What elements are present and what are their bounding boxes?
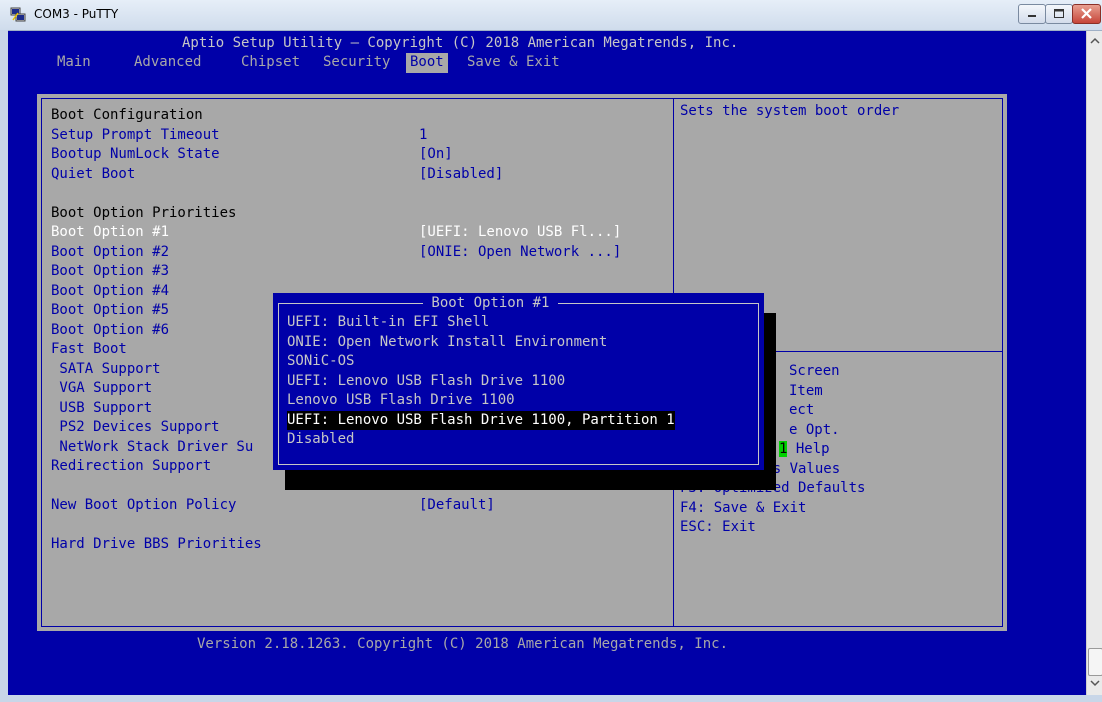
setting-label[interactable]: Bootup NumLock State (51, 145, 220, 165)
popup-option[interactable]: Lenovo USB Flash Drive 1100 (287, 391, 515, 411)
boot-option-popup[interactable]: Boot Option #1 UEFI: Built-in EFI Shell O… (273, 293, 764, 470)
setting-label[interactable]: SATA Support (51, 360, 160, 380)
setting-value[interactable]: [ONIE: Open Network ...] (419, 243, 621, 263)
setting-label[interactable]: Boot Option #2 (51, 243, 169, 263)
key-help-line: Item (789, 382, 823, 402)
setting-value[interactable]: [On] (419, 145, 453, 165)
key-help-line: Screen (789, 362, 840, 382)
key-help-line: ESC: Exit (680, 518, 756, 538)
popup-option[interactable]: UEFI: Lenovo USB Flash Drive 1100 (287, 372, 565, 392)
minimize-icon (1028, 15, 1036, 17)
key-help-text: Help (787, 441, 830, 457)
maximize-button[interactable] (1045, 4, 1073, 24)
close-button[interactable] (1072, 4, 1101, 24)
popup-title: Boot Option #1 (423, 294, 558, 314)
setting-value[interactable]: [Default] (419, 496, 495, 516)
popup-option[interactable]: SONiC-OS (287, 352, 354, 372)
setting-value[interactable]: [UEFI: Lenovo USB Fl...] (419, 223, 621, 243)
key-help-line: ect (789, 401, 814, 421)
terminal-scrollbar[interactable] (1086, 31, 1102, 695)
maximize-icon (1054, 9, 1064, 18)
window-frame-bottom (0, 695, 1102, 702)
popup-option[interactable]: Disabled (287, 430, 354, 450)
key-help-text: F4: Save & Exit (680, 499, 807, 516)
section-heading: Boot Option Priorities (51, 204, 237, 221)
setting-label[interactable]: Hard Drive BBS Priorities (51, 535, 262, 555)
help-description: Sets the system boot order (680, 103, 900, 119)
window-frame-left (0, 30, 8, 702)
setting-label[interactable]: Fast Boot (51, 340, 127, 360)
putty-app-icon (10, 7, 26, 22)
popup-option[interactable]: UEFI: Lenovo USB Flash Drive 1100, Parti… (287, 410, 675, 430)
setting-label[interactable]: Quiet Boot (51, 165, 135, 185)
section-heading: Boot Configuration (51, 107, 203, 123)
settings-panel: Boot Configuration Setup Prompt Timeout 1 B… (37, 94, 1007, 631)
setting-label[interactable]: New Boot Option Policy (51, 496, 236, 516)
popup-option[interactable]: ONIE: Open Network Install Environment (287, 333, 607, 353)
menu-tab-chipset[interactable]: Chipset (241, 53, 300, 73)
setting-value[interactable]: 1 (419, 126, 427, 146)
setting-label[interactable]: NetWork Stack Driver Su (51, 438, 253, 458)
popup-shadow-bottom (285, 470, 776, 490)
setting-value[interactable]: [Disabled] (419, 165, 503, 185)
close-icon (1081, 8, 1092, 19)
bios-header-title: Aptio Setup Utility – Copyright (C) 2018… (182, 35, 739, 51)
key-help-text: ESC: Exit (680, 519, 756, 535)
setting-label[interactable]: USB Support (51, 399, 152, 419)
setting-label[interactable]: Boot Option #3 (51, 262, 169, 282)
scroll-down-icon[interactable] (1090, 679, 1100, 687)
setting-label[interactable]: Boot Option #4 (51, 282, 169, 302)
menu-tab-save-exit[interactable]: Save & Exit (467, 53, 560, 73)
window-title: COM3 - PuTTY (34, 7, 119, 21)
setting-label[interactable]: Boot Option #6 (51, 321, 169, 341)
popup-shadow-right (764, 313, 776, 490)
bios-footer: Version 2.18.1263. Copyright (C) 2018 Am… (197, 636, 729, 652)
minimize-button[interactable] (1018, 4, 1046, 24)
menu-tab-security[interactable]: Security (323, 53, 390, 73)
menu-tab-boot[interactable]: Boot (406, 53, 448, 73)
setting-label[interactable]: VGA Support (51, 379, 152, 399)
setting-label[interactable]: Setup Prompt Timeout (51, 126, 220, 146)
key-help-line: 1 Help (779, 440, 830, 460)
key-help-text: ect (789, 402, 815, 418)
key-help-line: e Opt. (789, 421, 840, 441)
key-help-text: Item (789, 382, 823, 399)
menu-tab-main[interactable]: Main (57, 53, 91, 73)
window-titlebar[interactable]: COM3 - PuTTY (0, 0, 1102, 31)
scrollbar-thumb[interactable] (1088, 648, 1102, 676)
terminal-screen[interactable]: Aptio Setup Utility – Copyright (C) 2018… (8, 31, 1086, 695)
setting-label[interactable]: Boot Option #1 (51, 223, 169, 243)
scroll-up-icon[interactable] (1090, 37, 1100, 45)
setting-label[interactable]: PS2 Devices Support (51, 418, 219, 438)
setting-label[interactable]: Redirection Support (51, 457, 211, 477)
popup-option[interactable]: UEFI: Built-in EFI Shell (287, 313, 489, 333)
key-help-line: F4: Save & Exit (680, 499, 806, 519)
setting-label[interactable]: Boot Option #5 (51, 301, 169, 321)
key-help-text: e Opt. (789, 421, 840, 438)
key-help-text: Screen (789, 363, 840, 379)
menu-tab-advanced[interactable]: Advanced (134, 53, 201, 73)
